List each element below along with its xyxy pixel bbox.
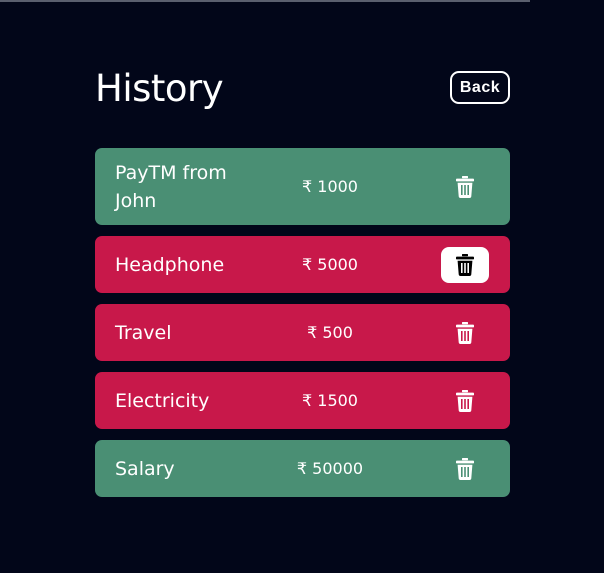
transaction-row: PayTM from John ₹ 1000 [95, 148, 510, 225]
trash-icon [456, 389, 474, 412]
transaction-name: Salary [115, 457, 175, 480]
transaction-name: Electricity [115, 389, 210, 412]
back-button[interactable]: Back [450, 71, 510, 104]
delete-button[interactable] [441, 315, 489, 351]
transaction-amount: ₹ 5000 [302, 254, 358, 274]
history-list: PayTM from John ₹ 1000 Headphone ₹ 5000 [95, 148, 510, 508]
transaction-row: Travel ₹ 500 [95, 304, 510, 361]
top-divider [0, 0, 530, 2]
transaction-name: Headphone [115, 253, 225, 276]
delete-button[interactable] [441, 246, 489, 283]
transaction-name: Travel [115, 321, 172, 344]
transaction-row: Headphone ₹ 5000 [95, 236, 510, 293]
trash-icon [456, 253, 474, 276]
transaction-amount: ₹ 1000 [302, 176, 358, 196]
transaction-amount: ₹ 50000 [296, 458, 364, 478]
transaction-amount: ₹ 500 [307, 322, 353, 342]
transaction-row: Electricity ₹ 1500 [95, 372, 510, 429]
transaction-amount: ₹ 1500 [302, 390, 358, 410]
trash-icon [456, 321, 474, 344]
delete-button[interactable] [441, 169, 489, 205]
trash-icon [456, 175, 474, 198]
trash-icon [456, 457, 474, 480]
page-title: History [95, 67, 224, 110]
delete-button[interactable] [441, 451, 489, 487]
transaction-name: PayTM from John [115, 161, 227, 212]
delete-button[interactable] [441, 383, 489, 419]
transaction-row: Salary ₹ 50000 [95, 440, 510, 497]
page-header: History Back [95, 65, 510, 115]
